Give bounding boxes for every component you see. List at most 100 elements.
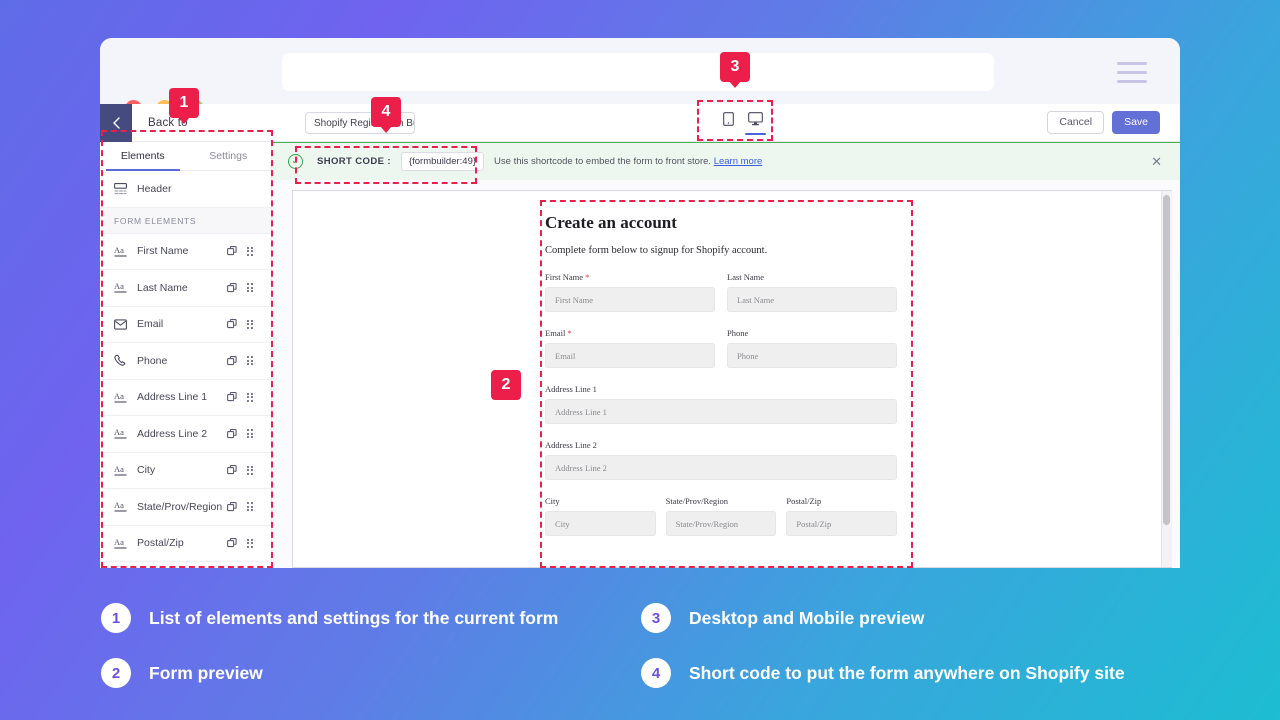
sidebar-item-last-name[interactable]: Aa Last Name bbox=[100, 270, 271, 307]
sidebar-section-title: FORM ELEMENTS bbox=[100, 207, 271, 234]
drag-handle-icon[interactable] bbox=[241, 319, 259, 329]
legend-number: 2 bbox=[101, 658, 131, 688]
drag-handle-icon[interactable] bbox=[241, 246, 259, 256]
app-container: Back to Shopify Registration Builder Can… bbox=[100, 103, 1180, 568]
mobile-preview-icon[interactable] bbox=[723, 112, 734, 126]
state-input[interactable]: State/Prov/Region bbox=[665, 511, 777, 536]
sidebar-item-label: Header bbox=[137, 182, 172, 195]
annotation-badge-4: 4 bbox=[371, 97, 401, 127]
drag-handle-icon[interactable] bbox=[241, 465, 259, 475]
hamburger-menu-icon[interactable] bbox=[1117, 62, 1147, 83]
cancel-button[interactable]: Cancel bbox=[1047, 111, 1105, 134]
legend-item-2: 2 Form preview bbox=[101, 658, 263, 688]
duplicate-icon[interactable] bbox=[223, 282, 241, 293]
text-field-icon: Aa bbox=[114, 245, 134, 258]
sidebar-item-address-line-2[interactable]: Aa Address Line 2 bbox=[100, 416, 271, 453]
scrollbar-thumb[interactable] bbox=[1163, 195, 1170, 525]
form-title: Create an account bbox=[545, 213, 677, 232]
drag-handle-icon[interactable] bbox=[241, 392, 259, 402]
form-field-address-line-2: Address Line 2 Address Line 2 bbox=[545, 440, 897, 480]
sidebar-item-label: Last Name bbox=[137, 281, 188, 294]
annotation-badge-2: 2 bbox=[491, 370, 521, 400]
field-label: Email * bbox=[545, 328, 572, 338]
drag-handle-icon[interactable] bbox=[241, 356, 259, 366]
text-field-icon: Aa bbox=[114, 464, 134, 477]
duplicate-icon[interactable] bbox=[223, 319, 241, 329]
toolbar-actions: Cancel Save bbox=[1047, 111, 1160, 134]
sidebar-item-label: Address Line 2 bbox=[137, 427, 208, 440]
svg-text:Aa: Aa bbox=[114, 391, 124, 401]
text-field-icon: Aa bbox=[114, 281, 134, 294]
sidebar-item-email[interactable]: Email bbox=[100, 307, 271, 343]
sidebar-item-header[interactable]: Header bbox=[100, 171, 271, 208]
drag-handle-icon[interactable] bbox=[241, 283, 259, 293]
shortcode-banner: ✓ SHORT CODE : {formbuilder:49} Use this… bbox=[272, 142, 1180, 180]
save-button[interactable]: Save bbox=[1112, 111, 1160, 134]
sidebar-item-label: First Name bbox=[137, 245, 189, 258]
form-preview-area: Create an account Complete form below to… bbox=[272, 180, 1180, 568]
address-line-2-input[interactable]: Address Line 2 bbox=[545, 455, 897, 480]
preview-canvas: Create an account Complete form below to… bbox=[292, 190, 1172, 568]
sidebar-item-first-name[interactable]: Aa First Name bbox=[100, 234, 271, 270]
sidebar-item-postal-zip[interactable]: Aa Postal/Zip bbox=[100, 526, 271, 562]
field-label: Postal/Zip bbox=[786, 496, 822, 506]
sidebar-item-address-line-1[interactable]: Aa Address Line 1 bbox=[100, 380, 271, 416]
legend-text: List of elements and settings for the cu… bbox=[149, 607, 559, 628]
first-name-input[interactable]: First Name bbox=[545, 287, 715, 312]
duplicate-icon[interactable] bbox=[223, 501, 241, 512]
drag-handle-icon[interactable] bbox=[241, 502, 259, 512]
duplicate-icon[interactable] bbox=[223, 428, 241, 439]
elements-sidebar: Elements Settings Header FORM ELEMENTS A… bbox=[100, 142, 272, 568]
preview-scrollbar[interactable] bbox=[1161, 191, 1172, 567]
sidebar-item-city[interactable]: Aa City bbox=[100, 453, 271, 489]
address-line-1-input[interactable]: Address Line 1 bbox=[545, 399, 897, 424]
field-label: Address Line 1 bbox=[545, 384, 597, 394]
svg-text:Aa: Aa bbox=[114, 427, 124, 437]
city-input[interactable]: City bbox=[545, 511, 656, 536]
form-row: First Name * First Name Last Name Last N… bbox=[545, 272, 897, 312]
tab-elements[interactable]: Elements bbox=[100, 142, 186, 171]
sidebar-item-phone[interactable]: Phone bbox=[100, 343, 271, 380]
duplicate-icon[interactable] bbox=[223, 538, 241, 548]
email-input[interactable]: Email bbox=[545, 343, 715, 368]
legend-text: Short code to put the form anywhere on S… bbox=[689, 662, 1125, 683]
tab-settings[interactable]: Settings bbox=[186, 142, 272, 170]
last-name-input[interactable]: Last Name bbox=[727, 287, 897, 312]
shortcode-value[interactable]: {formbuilder:49} bbox=[400, 152, 485, 171]
form-field-state: State/Prov/Region State/Prov/Region bbox=[665, 496, 777, 536]
browser-window: Back to Shopify Registration Builder Can… bbox=[100, 38, 1180, 568]
drag-handle-icon[interactable] bbox=[241, 429, 259, 439]
phone-input[interactable]: Phone bbox=[727, 343, 897, 368]
postal-zip-input[interactable]: Postal/Zip bbox=[786, 511, 898, 536]
learn-more-link[interactable]: Learn more bbox=[714, 156, 763, 167]
back-button[interactable] bbox=[100, 103, 132, 142]
required-marker: * bbox=[567, 328, 572, 338]
drag-handle-icon[interactable] bbox=[241, 538, 259, 548]
annotation-badge-1: 1 bbox=[169, 88, 199, 118]
svg-text:Aa: Aa bbox=[114, 537, 124, 547]
sidebar-item-label: Address Line 1 bbox=[137, 391, 208, 404]
desktop-preview-icon[interactable] bbox=[745, 112, 766, 135]
field-label: First Name * bbox=[545, 272, 590, 282]
address-bar[interactable] bbox=[282, 53, 994, 91]
sidebar-item-label: City bbox=[137, 464, 156, 477]
form-subtitle: Complete form below to signup for Shopif… bbox=[545, 245, 768, 256]
duplicate-icon[interactable] bbox=[223, 355, 241, 366]
legend-item-4: 4 Short code to put the form anywhere on… bbox=[641, 658, 1125, 688]
form-row: Email * Email Phone Phone bbox=[545, 328, 897, 368]
svg-text:Aa: Aa bbox=[114, 245, 124, 255]
form-field-phone: Phone Phone bbox=[727, 328, 897, 368]
legend-text: Desktop and Mobile preview bbox=[689, 607, 925, 628]
shortcode-hint: Use this shortcode to embed the form to … bbox=[494, 156, 762, 167]
duplicate-icon[interactable] bbox=[223, 465, 241, 475]
duplicate-icon[interactable] bbox=[223, 246, 241, 256]
browser-titlebar bbox=[100, 38, 1180, 117]
duplicate-icon[interactable] bbox=[223, 392, 241, 402]
field-label: Last Name bbox=[727, 272, 765, 282]
form-field-city: City City bbox=[545, 496, 656, 536]
sidebar-item-label: Postal/Zip bbox=[137, 537, 184, 550]
field-label: Address Line 2 bbox=[545, 440, 597, 450]
sidebar-item-state-prov-region[interactable]: Aa State/Prov/Region bbox=[100, 489, 271, 526]
close-icon[interactable]: ✕ bbox=[1151, 154, 1162, 170]
form-field-email: Email * Email bbox=[545, 328, 715, 368]
